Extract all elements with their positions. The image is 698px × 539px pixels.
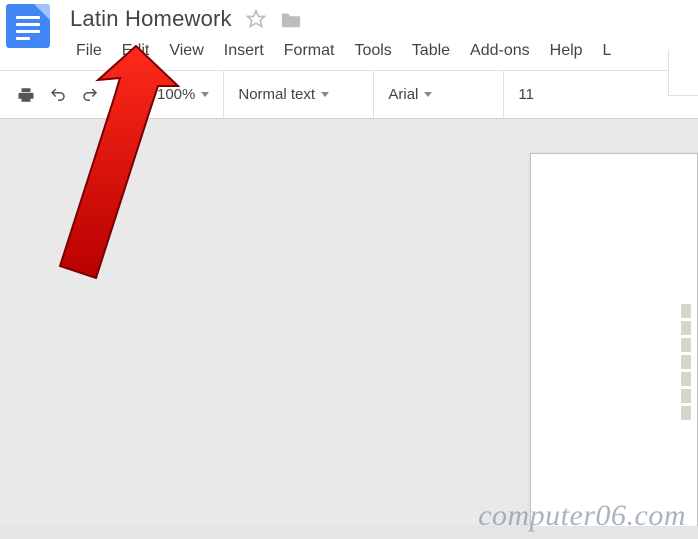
- app-root: Latin Homework File Edit View Insert For…: [0, 0, 698, 539]
- header-right: Latin Homework File Edit View Insert For…: [60, 0, 698, 70]
- menu-table[interactable]: Table: [402, 38, 460, 64]
- header-scrollbar[interactable]: [668, 50, 698, 96]
- watermark: computer06.com: [0, 493, 698, 539]
- header-bar: Latin Homework File Edit View Insert For…: [0, 0, 698, 71]
- page-text-fragment: [681, 304, 691, 420]
- menu-edit[interactable]: Edit: [112, 38, 160, 64]
- menu-truncated[interactable]: L: [593, 38, 622, 64]
- toolbar-group-zoom: 100%: [143, 71, 224, 118]
- ruler[interactable]: [0, 133, 698, 137]
- print-icon[interactable]: [16, 85, 36, 105]
- document-title[interactable]: Latin Homework: [70, 6, 232, 32]
- menu-bar: File Edit View Insert Format Tools Table…: [60, 34, 698, 70]
- chevron-down-icon: [321, 92, 329, 97]
- menu-format[interactable]: Format: [274, 38, 345, 64]
- menu-insert[interactable]: Insert: [214, 38, 274, 64]
- paint-format-icon[interactable]: [112, 85, 132, 105]
- folder-icon[interactable]: [280, 9, 302, 29]
- toolbar-group-actions: [6, 71, 143, 118]
- chevron-down-icon: [424, 92, 432, 97]
- toolbar-group-font: Arial: [374, 71, 504, 118]
- redo-icon[interactable]: [80, 85, 100, 105]
- font-family-dropdown[interactable]: Arial: [384, 86, 436, 103]
- font-family-value: Arial: [388, 86, 418, 103]
- star-icon[interactable]: [246, 9, 266, 29]
- font-size-value: 11: [518, 86, 534, 103]
- watermark-text: computer06.com: [478, 499, 686, 533]
- menu-file[interactable]: File: [66, 38, 112, 64]
- menu-addons[interactable]: Add-ons: [460, 38, 540, 64]
- docs-logo-icon[interactable]: [6, 4, 50, 48]
- menu-help[interactable]: Help: [540, 38, 593, 64]
- document-canvas[interactable]: [0, 119, 698, 526]
- font-size-dropdown[interactable]: 11: [514, 86, 538, 103]
- toolbar-group-style: Normal text: [224, 71, 374, 118]
- document-page[interactable]: [530, 153, 698, 526]
- menu-view[interactable]: View: [159, 38, 213, 64]
- toolbar-group-fontsize: 11: [504, 71, 548, 118]
- paragraph-style-value: Normal text: [238, 86, 315, 103]
- chevron-down-icon: [201, 92, 209, 97]
- toolbar: 100% Normal text Arial 11: [0, 71, 698, 119]
- title-row: Latin Homework: [60, 4, 698, 34]
- zoom-value: 100%: [157, 86, 195, 103]
- menu-tools[interactable]: Tools: [344, 38, 401, 64]
- zoom-dropdown[interactable]: 100%: [153, 86, 213, 103]
- logo-wrap: [0, 0, 60, 48]
- paragraph-style-dropdown[interactable]: Normal text: [234, 86, 333, 103]
- undo-icon[interactable]: [48, 85, 68, 105]
